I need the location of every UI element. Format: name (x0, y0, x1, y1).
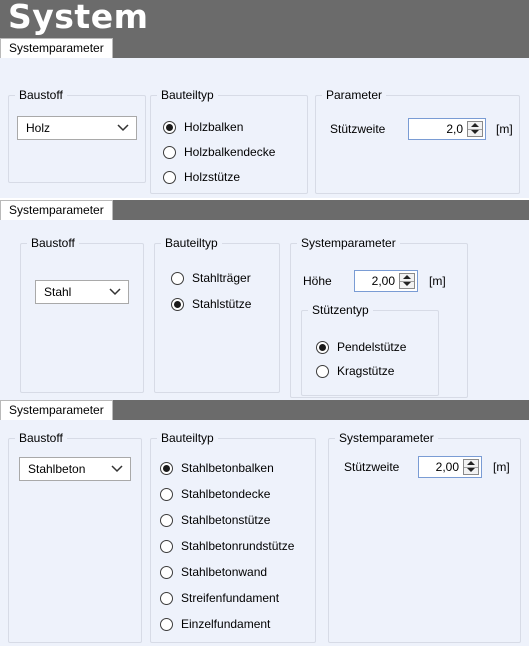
tabstrip-2: Systemparameter (0, 200, 529, 220)
group-baustoff-2: Baustoff Stahl (20, 236, 144, 393)
tab-systemparameter-2[interactable]: Systemparameter (0, 200, 113, 220)
radio-label: Einzelfundament (181, 617, 271, 631)
radio-label: Stahlbetonwand (181, 565, 268, 579)
radio-label: Kragstütze (337, 364, 395, 378)
group-legend: Baustoff (15, 431, 67, 445)
unit-label: [m] (429, 274, 446, 288)
group-legend: Systemparameter (297, 236, 400, 250)
input-value: 2,00 (435, 460, 459, 474)
group-baustoff-1: Baustoff Holz (8, 88, 146, 183)
radio-button[interactable] (160, 566, 173, 579)
radio-button[interactable] (160, 514, 173, 527)
hoehe-input[interactable]: 2,00 (354, 270, 418, 292)
arrow-down-icon (403, 282, 411, 286)
group-parameter-1: Parameter Stützweite 2,0 [m] (315, 88, 520, 194)
panel-holz: Baustoff Holz Bauteiltyp Holzbalken Holz… (0, 58, 529, 198)
group-legend: Stützentyp (308, 303, 373, 317)
arrow-down-icon (467, 468, 475, 472)
select-value: Stahl (44, 285, 72, 299)
radio-label: Holzbalkendecke (184, 145, 276, 159)
radio-button[interactable] (163, 146, 176, 159)
radio-button[interactable] (160, 462, 173, 475)
radio-label: Stahlbetonbalken (181, 461, 274, 475)
group-bauteiltyp-2: Bauteiltyp Stahlträger Stahlstütze (154, 236, 280, 393)
group-stuetzentyp: Stützentyp Pendelstütze Kragstütze (301, 303, 439, 396)
arrow-up-icon (467, 461, 475, 465)
baustoff-select[interactable]: Stahlbeton (19, 457, 131, 481)
input-value: 2,0 (446, 122, 463, 136)
chevron-down-icon (111, 465, 123, 473)
input-value: 2,00 (371, 274, 395, 288)
radio-button[interactable] (316, 365, 329, 378)
radio-button[interactable] (163, 171, 176, 184)
select-value: Holz (26, 121, 51, 135)
radio-label: Stahlstütze (192, 297, 252, 311)
hoehe-label: Höhe (303, 274, 332, 288)
tabstrip-3: Systemparameter (0, 400, 529, 420)
radio-label: Streifenfundament (181, 591, 280, 605)
radio-button[interactable] (171, 298, 184, 311)
group-legend: Parameter (322, 88, 387, 102)
radio-button[interactable] (160, 618, 173, 631)
arrow-up-icon (403, 275, 411, 279)
group-systemparameter-2: Systemparameter Höhe 2,00 [m] Stützentyp… (290, 236, 468, 398)
spin-buttons[interactable] (463, 459, 479, 475)
radio-button[interactable] (160, 540, 173, 553)
radio-button[interactable] (160, 592, 173, 605)
radio-label: Stahlbetonrundstütze (181, 539, 295, 553)
radio-label: Stahlbetonstütze (181, 513, 271, 527)
arrow-down-icon (471, 130, 479, 134)
stuetzweite-label: Stützweite (330, 122, 386, 136)
spin-down-button[interactable] (464, 467, 478, 474)
radio-button[interactable] (163, 121, 176, 134)
group-legend: Bauteiltyp (157, 431, 218, 445)
group-legend: Baustoff (15, 88, 67, 102)
stuetzweite-input[interactable]: 2,0 (408, 118, 486, 140)
unit-label: [m] (496, 122, 513, 136)
group-bauteiltyp-3: Bauteiltyp Stahlbetonbalken Stahlbetonde… (150, 431, 316, 643)
spin-buttons[interactable] (399, 273, 415, 289)
group-legend: Bauteiltyp (161, 236, 222, 250)
select-value: Stahlbeton (28, 462, 86, 476)
arrow-up-icon (471, 123, 479, 127)
chevron-down-icon (109, 288, 121, 296)
radio-label: Stahlbetondecke (181, 487, 271, 501)
unit-label: [m] (493, 460, 510, 474)
group-baustoff-3: Baustoff Stahlbeton (8, 431, 142, 643)
group-legend: Systemparameter (335, 431, 438, 445)
group-systemparameter-3: Systemparameter Stützweite 2,00 [m] (328, 431, 521, 643)
radio-label: Holzbalken (184, 120, 244, 134)
tab-systemparameter-1[interactable]: Systemparameter (0, 38, 113, 58)
group-legend: Bauteiltyp (157, 88, 218, 102)
stuetzweite-input[interactable]: 2,00 (418, 456, 482, 478)
radio-button[interactable] (316, 341, 329, 354)
spin-buttons[interactable] (467, 121, 483, 137)
tab-systemparameter-3[interactable]: Systemparameter (0, 400, 113, 420)
spin-down-button[interactable] (400, 281, 414, 288)
radio-button[interactable] (160, 488, 173, 501)
chevron-down-icon (117, 124, 129, 132)
stuetzweite-label: Stützweite (344, 460, 400, 474)
panel-stahlbeton: Baustoff Stahlbeton Bauteiltyp Stahlbeto… (0, 420, 529, 646)
radio-label: Holzstütze (184, 170, 241, 184)
panel-stahl: Baustoff Stahl Bauteiltyp Stahlträger St… (0, 220, 529, 400)
title-bar: System (0, 0, 529, 38)
group-bauteiltyp-1: Bauteiltyp Holzbalken Holzbalkendecke Ho… (150, 88, 308, 194)
spin-down-button[interactable] (468, 129, 482, 136)
baustoff-select[interactable]: Stahl (35, 280, 129, 304)
tabstrip-1: Systemparameter (0, 38, 529, 58)
radio-label: Pendelstütze (337, 340, 407, 354)
app-title: System (8, 0, 149, 36)
group-legend: Baustoff (27, 236, 79, 250)
radio-button[interactable] (171, 272, 184, 285)
baustoff-select[interactable]: Holz (17, 116, 137, 140)
radio-label: Stahlträger (192, 271, 251, 285)
